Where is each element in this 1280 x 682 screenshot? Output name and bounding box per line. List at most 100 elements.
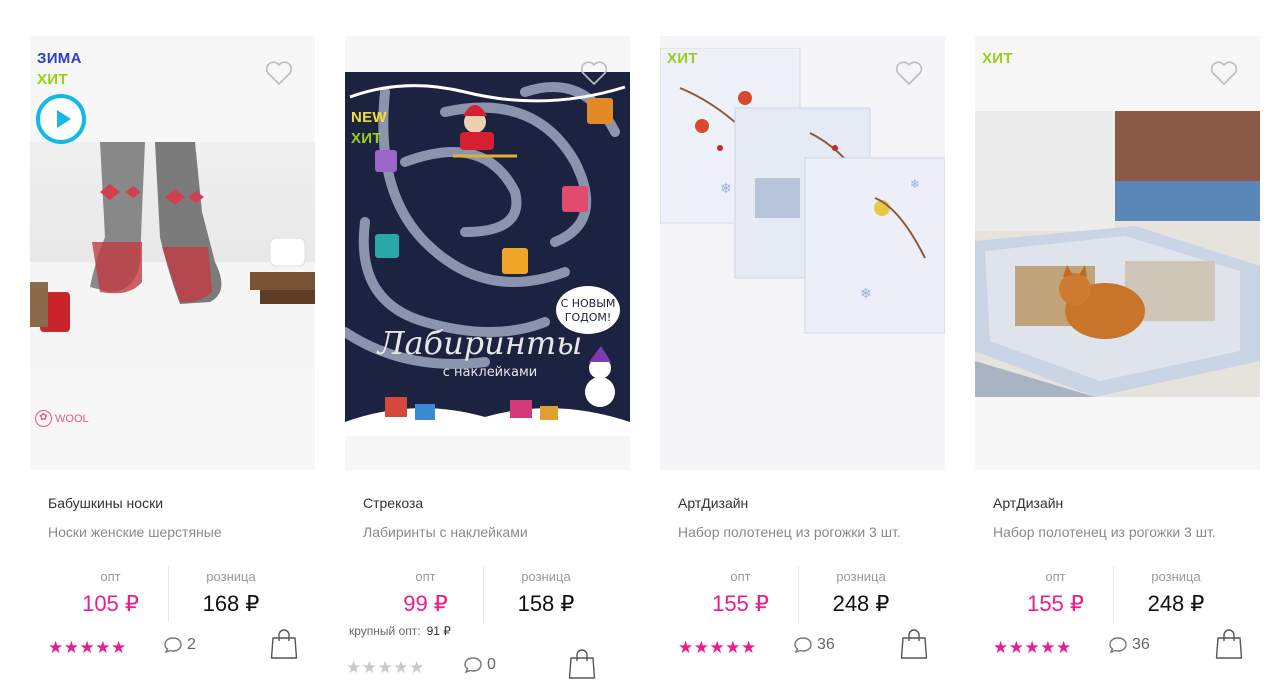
wholesale-price: опт 105 ₽: [48, 566, 173, 622]
wholesale-label: опт: [100, 569, 121, 584]
add-to-cart-button[interactable]: [1215, 628, 1243, 660]
svg-text:С НОВЫМ: С НОВЫМ: [561, 297, 616, 310]
wholesale-label: опт: [415, 569, 436, 584]
wholesale-price: опт 155 ₽: [993, 566, 1118, 622]
svg-text:с наклейками: с наклейками: [443, 365, 537, 380]
product-brand[interactable]: АртДизайн: [678, 495, 748, 511]
retail-price: розница 248 ₽: [1113, 566, 1238, 622]
rating-stars[interactable]: ★★★★★: [678, 638, 757, 658]
wool-logo-text: WOOL: [55, 412, 89, 425]
svg-text:ГОДОМ!: ГОДОМ!: [565, 311, 612, 324]
bulk-price: крупный опт: 91 ₽: [349, 624, 451, 638]
retail-value: 168 ₽: [202, 591, 260, 616]
product-name[interactable]: Лабиринты с наклейками: [363, 524, 528, 540]
badge-group: ХИТ: [982, 48, 1013, 69]
product-name[interactable]: Набор полотенец из рогожки 3 шт.: [678, 524, 901, 540]
add-to-cart-button[interactable]: [270, 628, 298, 660]
retail-value: 158 ₽: [517, 591, 575, 616]
wholesale-label: опт: [730, 569, 751, 584]
product-name[interactable]: Набор полотенец из рогожки 3 шт.: [993, 524, 1216, 540]
svg-text:❄: ❄: [720, 181, 732, 197]
favorite-heart-icon[interactable]: [265, 60, 293, 86]
product-image[interactable]: С НОВЫМ ГОДОМ! Лабиринты с наклейками: [345, 36, 630, 470]
maze-book-cover: С НОВЫМ ГОДОМ! Лабиринты с наклейками: [345, 72, 630, 436]
product-card[interactable]: ЗИМА ХИТ ✿ WOOL Бабушкины носки Носки же…: [30, 30, 315, 682]
towels-photo: ❄ ❄ ❄: [660, 48, 945, 338]
product-image[interactable]: [975, 36, 1260, 470]
badge-hit: ХИТ: [37, 71, 68, 88]
shopping-bag-icon: [270, 629, 298, 659]
retail-label: розница: [206, 569, 256, 584]
badge-new: NEW: [351, 109, 387, 126]
retail-label: розница: [836, 569, 886, 584]
wholesale-value: 155 ₽: [1027, 591, 1084, 616]
rating-stars[interactable]: ★★★★★: [48, 638, 127, 658]
wool-logo-icon: ✿: [35, 410, 52, 427]
add-to-cart-button[interactable]: [568, 648, 596, 680]
bulk-price-label: крупный опт:: [349, 624, 421, 638]
comments-count: 36: [817, 636, 835, 653]
speech-bubble-icon: [164, 637, 182, 654]
price-block: опт 99 ₽ розница 158 ₽: [363, 566, 613, 622]
comments-count: 0: [487, 656, 496, 673]
speech-bubble-icon: [464, 657, 482, 674]
retail-price: розница 168 ₽: [168, 566, 293, 622]
comments-count: 2: [187, 636, 196, 653]
badge-group: NEW ХИТ: [351, 107, 387, 149]
comments-link[interactable]: 36: [1108, 636, 1150, 654]
price-block: опт 105 ₽ розница 168 ₽: [48, 566, 298, 622]
favorite-heart-icon[interactable]: [1210, 60, 1238, 86]
wool-brand-logo: ✿ WOOL: [35, 410, 89, 427]
wholesale-price: опт 99 ₽: [363, 566, 488, 622]
product-name[interactable]: Носки женские шерстяные: [48, 524, 222, 540]
badge-hit: ХИТ: [667, 50, 698, 67]
comments-link[interactable]: 0: [463, 656, 496, 674]
badge-hit: ХИТ: [982, 50, 1013, 67]
wholesale-value: 155 ₽: [712, 591, 769, 616]
product-card[interactable]: С НОВЫМ ГОДОМ! Лабиринты с наклейками NE…: [345, 30, 630, 682]
rating-stars[interactable]: ★★★★★: [993, 638, 1072, 658]
product-card[interactable]: ХИТ АртДизайн Набор полотенец из рогожки…: [975, 30, 1260, 682]
shopping-bag-icon: [900, 629, 928, 659]
towel-photo: [975, 111, 1260, 397]
speech-bubble-icon: [1109, 637, 1127, 654]
product-brand[interactable]: АртДизайн: [993, 495, 1063, 511]
svg-text:❄: ❄: [910, 177, 920, 191]
rating-stars[interactable]: ★★★★★: [346, 658, 425, 678]
retail-price: розница 248 ₽: [798, 566, 923, 622]
shopping-bag-icon: [568, 649, 596, 679]
product-brand[interactable]: Бабушкины носки: [48, 495, 163, 511]
speech-bubble-icon: [794, 637, 812, 654]
product-card[interactable]: ❄ ❄ ❄ ХИТ АртДизайн Набор полотенец из р…: [660, 30, 945, 682]
bulk-price-value: 91 ₽: [426, 624, 451, 638]
wholesale-label: опт: [1045, 569, 1066, 584]
comments-link[interactable]: 2: [163, 636, 196, 654]
shopping-bag-icon: [1215, 629, 1243, 659]
retail-value: 248 ₽: [832, 591, 890, 616]
product-grid: ЗИМА ХИТ ✿ WOOL Бабушкины носки Носки же…: [30, 30, 1260, 682]
favorite-heart-icon[interactable]: [895, 60, 923, 86]
badge-zima: ЗИМА: [37, 50, 82, 67]
wholesale-value: 105 ₽: [82, 591, 139, 616]
badge-group: ЗИМА ХИТ: [37, 48, 82, 90]
price-block: опт 155 ₽ розница 248 ₽: [993, 566, 1243, 622]
svg-text:Лабиринты: Лабиринты: [376, 324, 583, 362]
product-brand[interactable]: Стрекоза: [363, 495, 423, 511]
comments-count: 36: [1132, 636, 1150, 653]
retail-label: розница: [521, 569, 571, 584]
favorite-heart-icon[interactable]: [580, 60, 608, 86]
video-play-button[interactable]: [36, 94, 86, 144]
wholesale-value: 99 ₽: [403, 591, 448, 616]
retail-label: розница: [1151, 569, 1201, 584]
retail-value: 248 ₽: [1147, 591, 1205, 616]
svg-text:❄: ❄: [860, 286, 872, 302]
socks-photo: [30, 142, 315, 367]
comments-link[interactable]: 36: [793, 636, 835, 654]
badge-hit: ХИТ: [351, 130, 382, 147]
product-image[interactable]: ❄ ❄ ❄: [660, 36, 945, 470]
wholesale-price: опт 155 ₽: [678, 566, 803, 622]
add-to-cart-button[interactable]: [900, 628, 928, 660]
price-block: опт 155 ₽ розница 248 ₽: [678, 566, 928, 622]
badge-group: ХИТ: [667, 48, 698, 69]
retail-price: розница 158 ₽: [483, 566, 608, 622]
